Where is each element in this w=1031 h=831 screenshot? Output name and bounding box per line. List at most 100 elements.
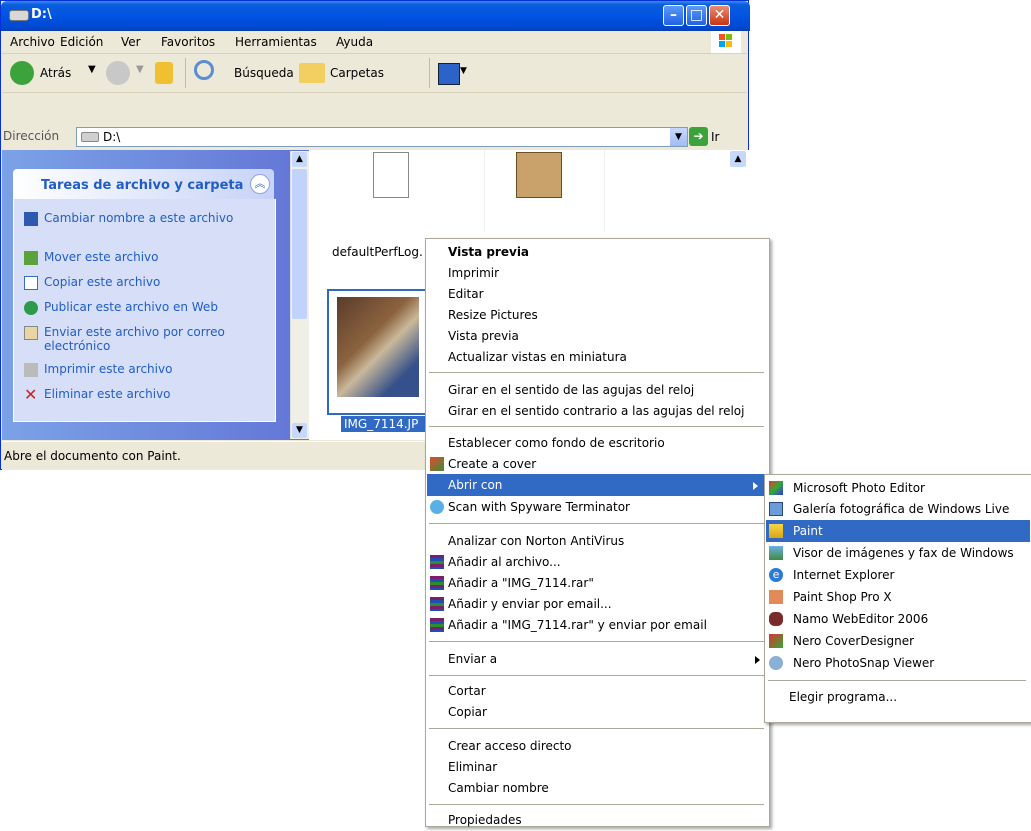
menu-archivo[interactable]: Archivo [10,35,55,49]
menu-item-rar-add[interactable]: Añadir al archivo... [427,551,770,573]
selected-file-name[interactable]: IMG_7114.JP [341,416,430,432]
menu-item-resize-pictures[interactable]: Resize Pictures [427,304,770,326]
go-button-label[interactable]: Ir [711,130,719,144]
app-namo-webeditor[interactable]: Namo WebEditor 2006 [766,608,1031,630]
menu-item-fondo-escritorio[interactable]: Establecer como fondo de escritorio [427,432,770,454]
task-email[interactable]: Enviar este archivo por correo electróni… [24,325,284,353]
move-icon [24,251,38,265]
menu-item-label: Cortar [448,684,486,698]
menu-item-vista-previa[interactable]: Vista previa [427,325,770,347]
task-publish-web[interactable]: Publicar este archivo en Web [24,300,284,315]
title-bar[interactable]: D:\ – □ ✕ [1,1,750,31]
file-item[interactable] [328,150,485,232]
menu-item-eliminar[interactable]: Eliminar [427,756,770,778]
scroll-thumb[interactable] [292,169,307,319]
views-dropdown-icon[interactable]: ▼ [460,66,467,76]
app-microsoft-photo-editor[interactable]: Microsoft Photo Editor [766,477,1031,499]
minimize-button[interactable]: – [663,5,684,26]
up-folder-icon[interactable] [155,62,173,84]
menu-item-cortar[interactable]: Cortar [427,680,770,702]
menu-item-imprimir[interactable]: Imprimir [427,262,770,284]
scroll-up-icon[interactable]: ▲ [730,151,746,167]
menu-item-rar-email[interactable]: Añadir y enviar por email... [427,593,770,615]
app-visor-imagenes[interactable]: Visor de imágenes y fax de Windows [766,542,1031,564]
address-input[interactable]: D:\ ▼ [76,127,688,147]
menu-item-copiar[interactable]: Copiar [427,701,770,723]
menu-item-create-cover[interactable]: Create a cover [427,453,770,475]
task-copy[interactable]: Copiar este archivo [24,275,284,290]
file-item[interactable] [489,150,605,232]
menu-item-enviar-a[interactable]: Enviar a [427,648,770,670]
folders-button-label[interactable]: Carpetas [330,66,384,80]
menu-ver[interactable]: Ver [121,35,141,49]
menu-herramientas[interactable]: Herramientas [235,35,317,49]
menu-item-label: Propiedades [448,813,522,827]
task-print[interactable]: Imprimir este archivo [24,362,284,377]
menu-item-actualizar-vistas[interactable]: Actualizar vistas en miniatura [427,346,770,368]
app-nero-photosnap[interactable]: Nero PhotoSnap Viewer [766,652,1031,674]
task-box-header[interactable]: Tareas de archivo y carpeta ︽ [13,169,274,199]
file-name[interactable]: defaultPerfLog. [332,245,423,259]
menu-item-abrir-con[interactable]: Abrir con [427,474,768,496]
scroll-up-icon[interactable]: ▲ [292,152,307,167]
menu-edicion[interactable]: Edición [60,35,103,49]
close-button[interactable]: ✕ [709,5,730,26]
views-icon[interactable] [438,63,460,85]
menu-item-label: Enviar a [448,652,498,666]
paint-icon [769,524,783,538]
app-internet-explorer[interactable]: e Internet Explorer [766,564,1031,586]
forward-dropdown-icon[interactable]: ▼ [136,64,144,75]
menu-item-spyware-terminator[interactable]: Scan with Spyware Terminator [427,496,770,518]
toolbar: Atrás ▼ ▼ Búsqueda Carpetas ▼ [2,54,747,93]
menu-item-cambiar-nombre[interactable]: Cambiar nombre [427,777,770,799]
task-delete[interactable]: ✕ Eliminar este archivo [24,387,284,403]
app-paint-shop-pro[interactable]: Paint Shop Pro X [766,586,1031,608]
menu-item-girar-derecha[interactable]: Girar en el sentido de las agujas del re… [427,379,770,401]
menu-item-label: Crear acceso directo [448,739,572,753]
app-paint[interactable]: Paint [766,520,1030,542]
nero-photosnap-icon [769,656,783,670]
menu-item-norton[interactable]: Analizar con Norton AntiVirus [427,530,770,552]
menu-item-label: Elegir programa... [789,690,898,704]
maximize-button[interactable]: □ [686,5,707,26]
task-label: Imprimir este archivo [44,362,173,376]
collapse-chevron-icon[interactable]: ︽ [250,174,270,194]
menu-item-rar-add-named[interactable]: Añadir a "IMG_7114.rar" [427,572,770,594]
task-move[interactable]: Mover este archivo [24,250,284,265]
search-icon[interactable] [194,60,214,80]
menu-item-label: Resize Pictures [448,308,538,322]
back-button-label[interactable]: Atrás [40,66,71,80]
menu-item-label: Paint Shop Pro X [793,590,892,604]
image-thumbnail[interactable] [327,289,429,415]
menu-item-propiedades[interactable]: Propiedades [427,809,770,831]
drive-icon [81,132,99,142]
image-viewer-icon [769,546,783,560]
menu-item-rar-named-email[interactable]: Añadir a "IMG_7114.rar" y enviar por ema… [427,614,770,636]
menu-favoritos[interactable]: Favoritos [161,35,215,49]
back-dropdown-icon[interactable]: ▼ [88,64,96,75]
menu-ayuda[interactable]: Ayuda [336,35,373,49]
back-arrow-icon[interactable] [10,61,34,85]
task-pane-scrollbar[interactable]: ▲ ▼ [290,151,309,439]
task-rename[interactable]: Cambiar nombre a este archivo [24,211,284,226]
toolbar-divider [429,58,430,88]
task-box: Cambiar nombre a este archivo Mover este… [13,199,276,422]
app-galeria-windows-live[interactable]: Galería fotográfica de Windows Live [766,498,1031,520]
forward-arrow-icon[interactable] [106,61,130,85]
choose-program[interactable]: Elegir programa... [766,686,1031,708]
go-arrow-icon[interactable]: ➔ [689,127,708,146]
menu-item-crear-acceso[interactable]: Crear acceso directo [427,735,770,757]
menu-item-girar-izquierda[interactable]: Girar en el sentido contrario a las aguj… [427,400,770,422]
scroll-down-icon[interactable]: ▼ [292,423,307,438]
menu-item-editar[interactable]: Editar [427,283,770,305]
address-dropdown-icon[interactable]: ▼ [670,128,687,146]
menu-item-label: Nero PhotoSnap Viewer [793,656,935,670]
search-button-label[interactable]: Búsqueda [234,66,294,80]
menu-separator [429,804,764,805]
app-nero-coverdesigner[interactable]: Nero CoverDesigner [766,630,1031,652]
menu-item-label: Vista previa [448,329,519,343]
delete-x-icon: ✕ [24,385,38,404]
menu-item-vista-previa-default[interactable]: Vista previa [427,241,770,263]
open-with-submenu: Microsoft Photo Editor Galería fotográfi… [764,474,1031,723]
folders-icon[interactable] [299,63,325,83]
